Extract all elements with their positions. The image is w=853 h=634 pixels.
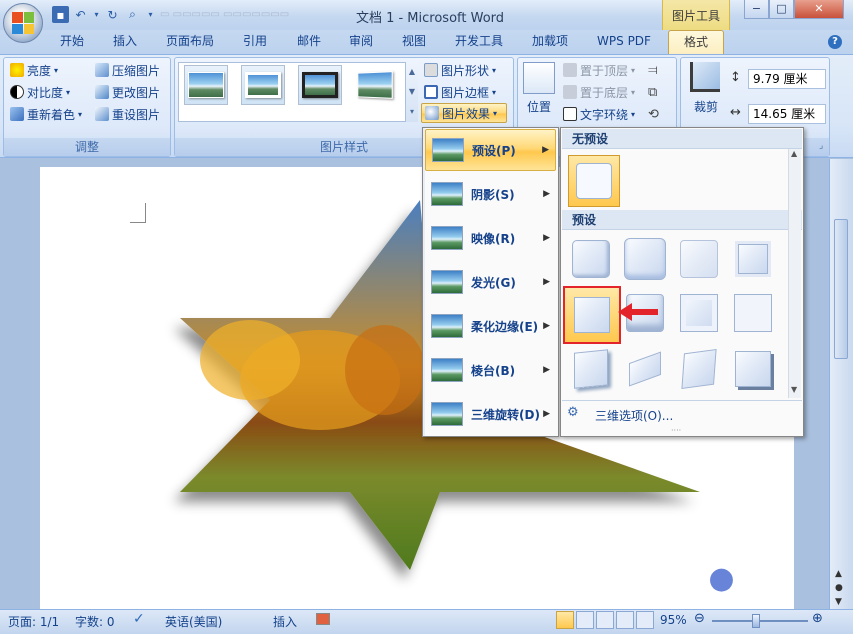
preset-7[interactable] [676, 290, 722, 336]
preset-icon [432, 138, 464, 162]
menu-item-bevel[interactable]: 棱台(B) ▶ [425, 349, 556, 391]
macro-icon[interactable] [316, 613, 330, 625]
office-button[interactable] [3, 3, 43, 43]
preset-header: 预设 [562, 210, 802, 230]
office-logo-icon [12, 12, 34, 34]
preset-8[interactable] [730, 290, 776, 336]
preset-4[interactable] [730, 236, 776, 282]
menu-item-reflection[interactable]: 映像(R) ▶ [425, 217, 556, 259]
status-page[interactable]: 页面: 1/1 [8, 613, 59, 630]
3d-options-link[interactable]: 三维选项(O)... [595, 407, 673, 424]
resize-grip-icon[interactable]: ···· [671, 426, 681, 435]
scroll-up-icon[interactable]: ▲ [791, 149, 797, 158]
scroll-thumb[interactable] [834, 219, 848, 359]
menu-item-glow[interactable]: 发光(G) ▶ [425, 261, 556, 303]
preset-10[interactable] [622, 346, 668, 392]
preset-12[interactable] [730, 346, 776, 392]
status-language[interactable]: 英语(美国) [165, 613, 222, 630]
zoom-level[interactable]: 95% [660, 613, 687, 627]
bevel-icon [431, 358, 463, 382]
soft-edges-icon [431, 314, 463, 338]
paw-icon: ● [708, 561, 735, 596]
red-arrow-annotation [618, 303, 658, 321]
glow-icon [431, 270, 463, 294]
watermark-url: jingyan.baidu.com [668, 596, 761, 607]
gallery-scrollbar[interactable]: ▲ ▼ [788, 149, 801, 398]
3d-rotation-icon [431, 402, 463, 426]
proofing-icon[interactable]: ✓ [133, 611, 145, 627]
status-insert[interactable]: 插入 [273, 613, 297, 630]
view-buttons[interactable] [556, 611, 654, 631]
3d-options-icon: ⚙ [567, 405, 579, 420]
browse-object-icons[interactable]: ▲ ● ▼ [835, 567, 843, 609]
preset-1[interactable] [568, 236, 614, 282]
preset-3[interactable] [676, 236, 722, 282]
zoom-in-icon[interactable]: ⊕ [812, 611, 823, 626]
menu-item-preset[interactable]: 预设(P) ▶ [425, 129, 556, 171]
picture-effects-menu: 预设(P) ▶ 阴影(S) ▶ 映像(R) ▶ 发光(G) ▶ 柔化边缘(E) ▶ 棱台(… [422, 127, 559, 437]
preset-2[interactable] [622, 236, 668, 282]
status-words[interactable]: 字数: 0 [75, 613, 115, 630]
preset-none[interactable] [568, 155, 620, 207]
zoom-slider-thumb[interactable] [752, 614, 760, 628]
shadow-icon [431, 182, 463, 206]
scroll-down-icon[interactable]: ▼ [791, 385, 797, 394]
no-preset-header: 无预设 [562, 129, 802, 149]
preset-9[interactable] [568, 346, 614, 392]
menu-item-shadow[interactable]: 阴影(S) ▶ [425, 173, 556, 215]
zoom-slider[interactable] [712, 620, 808, 622]
reflection-icon [431, 226, 463, 250]
preset-gallery: 无预设 预设 ▲ ▼ ⚙ 三维选项(O)... ···· [560, 127, 804, 437]
zoom-out-icon[interactable]: ⊖ [694, 611, 705, 626]
menu-item-3d-rotation[interactable]: 三维旋转(D) ▶ [425, 393, 556, 435]
preset-11[interactable] [676, 346, 722, 392]
watermark-brand: Bai●经验 [655, 561, 783, 596]
menu-item-soft-edges[interactable]: 柔化边缘(E) ▶ [425, 305, 556, 347]
vertical-scrollbar[interactable]: ▲ ● ▼ [829, 159, 853, 609]
preset-5-selected[interactable] [563, 286, 621, 344]
